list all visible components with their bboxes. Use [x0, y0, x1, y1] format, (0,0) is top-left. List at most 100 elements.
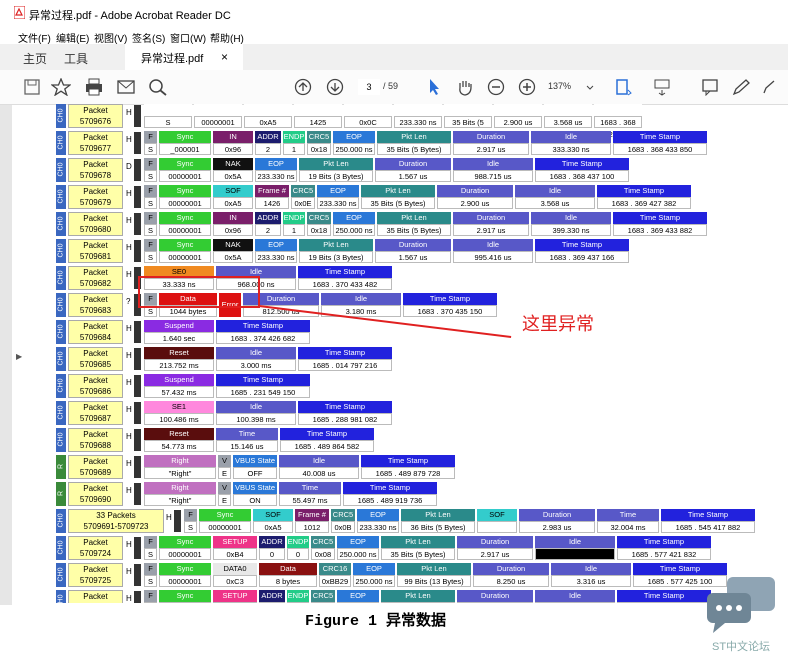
zoom-out-icon[interactable] — [486, 78, 506, 96]
navigation-pane-collapsed[interactable] — [0, 105, 12, 605]
field-value: S — [144, 575, 157, 587]
chevron-down-icon[interactable] — [585, 78, 595, 96]
packet-row[interactable]: CH0 Packet 5709685 H Reset 213.752 ms Idle 3.00… — [56, 346, 776, 372]
packet-id-cell[interactable]: Packet5709726 — [68, 590, 123, 603]
field-duration: Duration 1.567 us — [375, 158, 451, 182]
field-header: SOF — [477, 509, 517, 521]
field-value: 100.486 ms — [144, 413, 214, 425]
channel-label: R — [57, 490, 65, 497]
direction-label: H — [126, 432, 132, 441]
field-value: 00000001 — [159, 170, 211, 182]
menu-view[interactable]: 视图(V) — [94, 30, 127, 45]
field-value: 3.568 us — [544, 116, 592, 128]
field-value: 1685 . 577 421 832 — [617, 548, 711, 560]
field-setup: SETUP0xB4 — [213, 536, 257, 560]
packet-row[interactable]: CH0 Packet 5709676 H S 00000001 0xA5 1425 0x0C 23… — [56, 103, 776, 139]
packet-id-cell[interactable]: Packet 5709681 — [68, 239, 123, 263]
packet-type: Packet — [83, 241, 108, 250]
page-down-icon[interactable] — [325, 78, 345, 96]
menu-file[interactable]: 文件(F) — [18, 30, 51, 45]
packet-id-cell[interactable]: Packet 5709676 — [68, 104, 123, 128]
packet-id-cell[interactable]: Packet 5709689 — [68, 455, 123, 479]
field-value: 349.330 ns — [535, 602, 615, 603]
hand-tool-icon[interactable] — [455, 78, 475, 96]
packet-row[interactable]: CH0 Packet 5709687 H SE1 100.486 ms Idle 100.39… — [56, 400, 776, 426]
page-up-icon[interactable] — [293, 78, 313, 96]
packet-row[interactable]: CH0 Packet 5709679 H F S Sync 00000001 SOF 0xA5 Fr… — [56, 184, 776, 210]
packet-id-cell[interactable]: Packet 5709725 — [68, 563, 123, 587]
packet-id-cell[interactable]: Packet 5709685 — [68, 347, 123, 371]
field-value: 1685 . 577 436 666 — [617, 602, 711, 603]
expand-pane-icon[interactable]: ▶ — [16, 352, 22, 361]
select-cursor-icon[interactable] — [424, 78, 444, 96]
packet-row[interactable]: CH0 33 Packets 5709691-5709723 H F S Sync 00000… — [56, 508, 776, 534]
zoom-in-icon[interactable] — [517, 78, 537, 96]
field-header: Pkt Len — [381, 590, 455, 602]
field-header: Idle — [216, 401, 296, 413]
packet-id-cell[interactable]: Packet 5709683 — [68, 293, 123, 317]
field-reset: Reset 54.773 ms — [144, 428, 214, 452]
packet-row[interactable]: CH0 Packet 5709677 H F S Sync _000001 IN 0x96 ADDR… — [56, 130, 776, 156]
field-endp: ENDP 1 — [283, 131, 305, 155]
packet-row[interactable]: CH0Packet5709726HFSSync00000001SETUP0xB4… — [56, 589, 776, 603]
field-idle: Idle 40.008 us — [279, 455, 359, 479]
packet-row[interactable]: R Packet 5709689 H Right "Right" V E VBUS State O… — [56, 454, 776, 480]
tab-home[interactable]: 主页 — [23, 50, 47, 67]
packet-id-cell[interactable]: Packet 5709687 — [68, 401, 123, 425]
field-header: ADDR — [259, 590, 285, 602]
packet-row[interactable]: CH0 Packet 5709725 H F S Sync 00000001 DATA0 0xC3… — [56, 562, 776, 588]
packet-row[interactable]: CH0 Packet 5709684 H Suspend 1.640 sec Time St… — [56, 319, 776, 345]
menu-sign[interactable]: 签名(S) — [132, 30, 165, 45]
packet-id-cell[interactable]: Packet 5709688 — [68, 428, 123, 452]
bookmark-star-icon[interactable] — [51, 78, 71, 96]
packet-id-cell[interactable]: Packet 5709724 — [68, 536, 123, 560]
packet-id-cell[interactable]: 33 Packets 5709691-5709723 — [68, 509, 164, 533]
packet-id-cell[interactable]: Packet 5709677 — [68, 131, 123, 155]
comment-icon[interactable] — [700, 78, 720, 96]
field-header: Time Stamp — [613, 212, 707, 224]
packet-id-cell[interactable]: Packet 5709686 — [68, 374, 123, 398]
channel-label: CH0 — [57, 216, 65, 231]
packet-id-cell[interactable]: Packet 5709679 — [68, 185, 123, 209]
packet-id-cell[interactable]: Packet 5709678 — [68, 158, 123, 182]
pen-icon[interactable] — [731, 78, 751, 96]
channel-label: R — [57, 463, 65, 470]
field-value: ON — [233, 494, 277, 506]
search-icon[interactable] — [148, 78, 168, 96]
field-header: EOP — [337, 590, 379, 602]
field-value: 1683 . 374 426 682 — [216, 332, 310, 344]
packet-row[interactable]: CH0 Packet 5709681 H F S Sync 00000001 NAK 0x5A EO… — [56, 238, 776, 264]
field-endp: ENDP0 — [287, 536, 309, 560]
packet-row[interactable]: CH0 Packet 5709724 H F S Sync 00000001 SETUP 0xB4… — [56, 535, 776, 561]
email-icon[interactable] — [116, 78, 136, 96]
packet-id-cell[interactable]: Packet 5709684 — [68, 320, 123, 344]
page-number-input[interactable]: 3 — [358, 79, 380, 95]
print-icon[interactable] — [84, 78, 104, 96]
packet-id-cell[interactable]: Packet 5709682 — [68, 266, 123, 290]
save-icon[interactable] — [22, 78, 42, 96]
menu-help[interactable]: 帮助(H) — [210, 30, 244, 45]
scroll-mode-icon[interactable] — [652, 78, 672, 96]
field-value: 1683 . 368 427 382 — [594, 116, 642, 139]
packet-row[interactable]: CH0 Packet 5709680 H F S Sync 00000001 IN 0x96 ADD… — [56, 211, 776, 237]
tab-tools[interactable]: 工具 — [64, 50, 88, 67]
packet-row[interactable]: CH0 Packet 5709688 H Reset 54.773 ms Time 15.14… — [56, 427, 776, 453]
menu-edit[interactable]: 编辑(E) — [56, 30, 89, 45]
menu-window[interactable]: 窗口(W) — [170, 30, 206, 45]
packet-row[interactable]: CH0 Packet 5709686 H Suspend 57.432 ms Time St… — [56, 373, 776, 399]
field-duration: Duration 2.917 us — [453, 212, 529, 236]
field-header: CRC5 — [291, 185, 315, 197]
field-header — [194, 104, 242, 116]
packet-row[interactable]: CH0 Packet 5709678 D F S Sync 00000001 NAK 0x5A EO… — [56, 157, 776, 183]
packet-id-cell[interactable]: Packet 5709690 — [68, 482, 123, 506]
sign-icon[interactable] — [762, 78, 776, 96]
packet-number: 5709691-5709723 — [83, 522, 149, 531]
page-fit-icon[interactable] — [614, 78, 634, 96]
field-value: 0x0B — [331, 521, 355, 533]
zoom-level[interactable]: 137% — [548, 81, 571, 91]
close-icon[interactable]: × — [221, 50, 228, 64]
tab-document[interactable]: 异常过程.pdf × — [125, 44, 243, 70]
field-header: Duration — [457, 536, 533, 548]
packet-id-cell[interactable]: Packet 5709680 — [68, 212, 123, 236]
packet-row[interactable]: R Packet 5709690 H Right "Right" V E VBUS State O… — [56, 481, 776, 507]
